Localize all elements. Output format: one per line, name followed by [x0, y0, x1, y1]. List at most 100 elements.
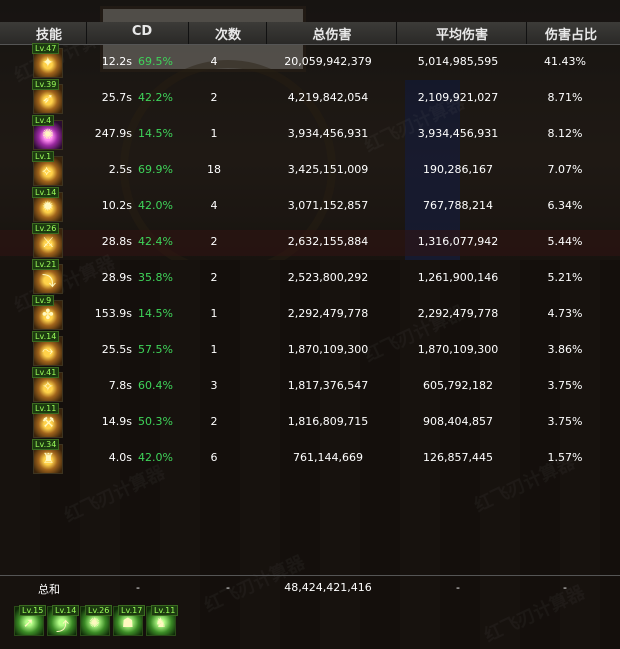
avg-damage: 2,292,479,778 — [417, 307, 499, 320]
header-skill[interactable]: 技能 — [22, 24, 76, 43]
cd-percent: 35.8% — [138, 271, 173, 284]
table-row[interactable]: Lv.39 ➶ 25.7s 42.2% 2 4,219,842,054 2,109,921,… — [0, 79, 620, 116]
skill-icon[interactable]: Lv.26 ⚔ — [32, 223, 63, 258]
table-row[interactable]: Lv.41 ✧ 7.8s 60.4% 3 1,817,376,547 605,792,182… — [0, 367, 620, 404]
total-damage: 2,292,479,778 — [287, 307, 369, 320]
cd-percent: 42.0% — [138, 199, 173, 212]
header-total-damage[interactable]: 总伤害 — [270, 24, 394, 43]
hit-count: 2 — [210, 415, 218, 428]
skill-level-badge: Lv.4 — [32, 115, 55, 126]
buff-icon[interactable]: Lv.15 ➚ — [14, 605, 47, 636]
avg-damage: 1,316,077,942 — [417, 235, 499, 248]
cd-time: 10.2s — [101, 199, 132, 212]
table-row[interactable]: Lv.34 ♜ 4.0s 42.0% 6 761,144,669 126,857,445 1.… — [0, 439, 620, 476]
cd-time: 12.2s — [101, 55, 132, 68]
table-row[interactable]: Lv.9 ✤ 153.9s 14.5% 1 2,292,479,778 2,292,479,… — [0, 295, 620, 332]
cd-time: 28.9s — [101, 271, 132, 284]
damage-share: 41.43% — [544, 55, 586, 68]
cd-time: 28.8s — [101, 235, 132, 248]
buff-icon[interactable]: Lv.11 ♞ — [146, 605, 179, 636]
skill-icon[interactable]: Lv.47 ✦ — [32, 43, 63, 78]
header-count[interactable]: 次数 — [192, 24, 264, 43]
header-damage-share[interactable]: 伤害占比 — [528, 24, 614, 43]
avg-damage: 605,792,182 — [423, 379, 493, 392]
skill-level-badge: Lv.9 — [32, 295, 55, 306]
table-row[interactable]: Lv.4 ✺ 247.9s 14.5% 1 3,934,456,931 3,934,456,… — [0, 115, 620, 152]
table-row[interactable]: Lv.21 ⤵ 28.9s 35.8% 2 2,523,800,292 1,261,900,… — [0, 259, 620, 296]
skill-icon[interactable]: Lv.4 ✺ — [32, 115, 63, 150]
table-row[interactable]: Lv.11 ⚒ 14.9s 50.3% 2 1,816,809,715 908,404,85… — [0, 403, 620, 440]
total-damage: 3,934,456,931 — [287, 127, 369, 140]
table-row[interactable]: Lv.14 ✹ 10.2s 42.0% 4 3,071,152,857 767,788,21… — [0, 187, 620, 224]
skill-level-badge: Lv.39 — [32, 79, 60, 90]
cd-time: 25.5s — [101, 343, 132, 356]
hit-count: 2 — [210, 91, 218, 104]
table-row[interactable]: Lv.1 ⟡ 2.5s 69.9% 18 3,425,151,009 190,286,167… — [0, 151, 620, 188]
total-damage: 20,059,942,379 — [284, 55, 372, 68]
cd-time: 247.9s — [94, 127, 132, 140]
column-divider — [526, 22, 527, 44]
total-damage: 1,816,809,715 — [287, 415, 369, 428]
skill-glyph-icon: ✹ — [42, 199, 54, 215]
table-row[interactable]: Lv.14 ⤳ 25.5s 57.5% 1 1,870,109,300 1,870,109,… — [0, 331, 620, 368]
cd-percent: 57.5% — [138, 343, 173, 356]
cd-percent: 42.2% — [138, 91, 173, 104]
hit-count: 1 — [210, 307, 218, 320]
summary-cd: - — [136, 581, 140, 594]
skill-level-badge: Lv.1 — [32, 151, 55, 162]
damage-share: 8.71% — [547, 91, 583, 104]
hit-count: 1 — [210, 343, 218, 356]
total-damage: 2,632,155,884 — [287, 235, 369, 248]
buff-icon[interactable]: Lv.14 ⤴ — [47, 605, 80, 636]
cd-percent: 69.5% — [138, 55, 173, 68]
cd-time: 153.9s — [94, 307, 132, 320]
total-damage: 4,219,842,054 — [287, 91, 369, 104]
skill-icon[interactable]: Lv.41 ✧ — [32, 367, 63, 402]
buff-icon[interactable]: Lv.17 ☗ — [113, 605, 146, 636]
cd-percent: 60.4% — [138, 379, 173, 392]
header-cd[interactable]: CD — [98, 24, 186, 39]
table-row[interactable]: Lv.47 ✦ 12.2s 69.5% 4 20,059,942,379 5,014,985… — [0, 43, 620, 80]
skill-icon[interactable]: Lv.1 ⟡ — [32, 151, 63, 186]
skill-icon[interactable]: Lv.34 ♜ — [32, 439, 63, 474]
damage-share: 3.75% — [547, 379, 583, 392]
damage-share: 6.34% — [547, 199, 583, 212]
column-divider — [86, 22, 87, 44]
skill-level-badge: Lv.14 — [32, 331, 60, 342]
skill-glyph-icon: ⚔ — [42, 235, 55, 251]
buff-icon[interactable]: Lv.26 ✺ — [80, 605, 113, 636]
avg-damage: 190,286,167 — [423, 163, 493, 176]
avg-damage: 1,870,109,300 — [417, 343, 499, 356]
buff-level-badge: Lv.26 — [85, 605, 113, 616]
total-damage: 1,817,376,547 — [287, 379, 369, 392]
damage-share: 7.07% — [547, 163, 583, 176]
column-divider — [188, 22, 189, 44]
header-avg-damage[interactable]: 平均伤害 — [400, 24, 524, 43]
skill-icon[interactable]: Lv.39 ➶ — [32, 79, 63, 114]
summary-count: - — [226, 581, 230, 594]
damage-share: 4.73% — [547, 307, 583, 320]
skill-icon[interactable]: Lv.21 ⤵ — [32, 259, 63, 294]
skill-glyph-icon: ✺ — [42, 127, 54, 143]
cd-time: 7.8s — [108, 379, 132, 392]
buff-glyph-icon: ♞ — [155, 616, 167, 631]
summary-total: 48,424,421,416 — [284, 581, 372, 594]
skill-icon[interactable]: Lv.14 ✹ — [32, 187, 63, 222]
skill-glyph-icon: ⚒ — [42, 415, 55, 431]
skill-icon[interactable]: Lv.11 ⚒ — [32, 403, 63, 438]
column-divider — [396, 22, 397, 44]
buff-glyph-icon: ⤴ — [56, 620, 70, 635]
hit-count: 3 — [210, 379, 218, 392]
buff-level-badge: Lv.15 — [19, 605, 47, 616]
table-row[interactable]: Lv.26 ⚔ 28.8s 42.4% 2 2,632,155,884 1,316,077,… — [0, 223, 620, 260]
avg-damage: 5,014,985,595 — [417, 55, 499, 68]
hit-count: 2 — [210, 235, 218, 248]
skill-level-badge: Lv.34 — [32, 439, 60, 450]
skill-icon[interactable]: Lv.14 ⤳ — [32, 331, 63, 366]
total-damage: 3,071,152,857 — [287, 199, 369, 212]
total-damage: 2,523,800,292 — [287, 271, 369, 284]
damage-share: 1.57% — [547, 451, 583, 464]
buff-glyph-icon: ☗ — [122, 616, 134, 631]
skill-icon[interactable]: Lv.9 ✤ — [32, 295, 63, 330]
skill-level-badge: Lv.26 — [32, 223, 60, 234]
